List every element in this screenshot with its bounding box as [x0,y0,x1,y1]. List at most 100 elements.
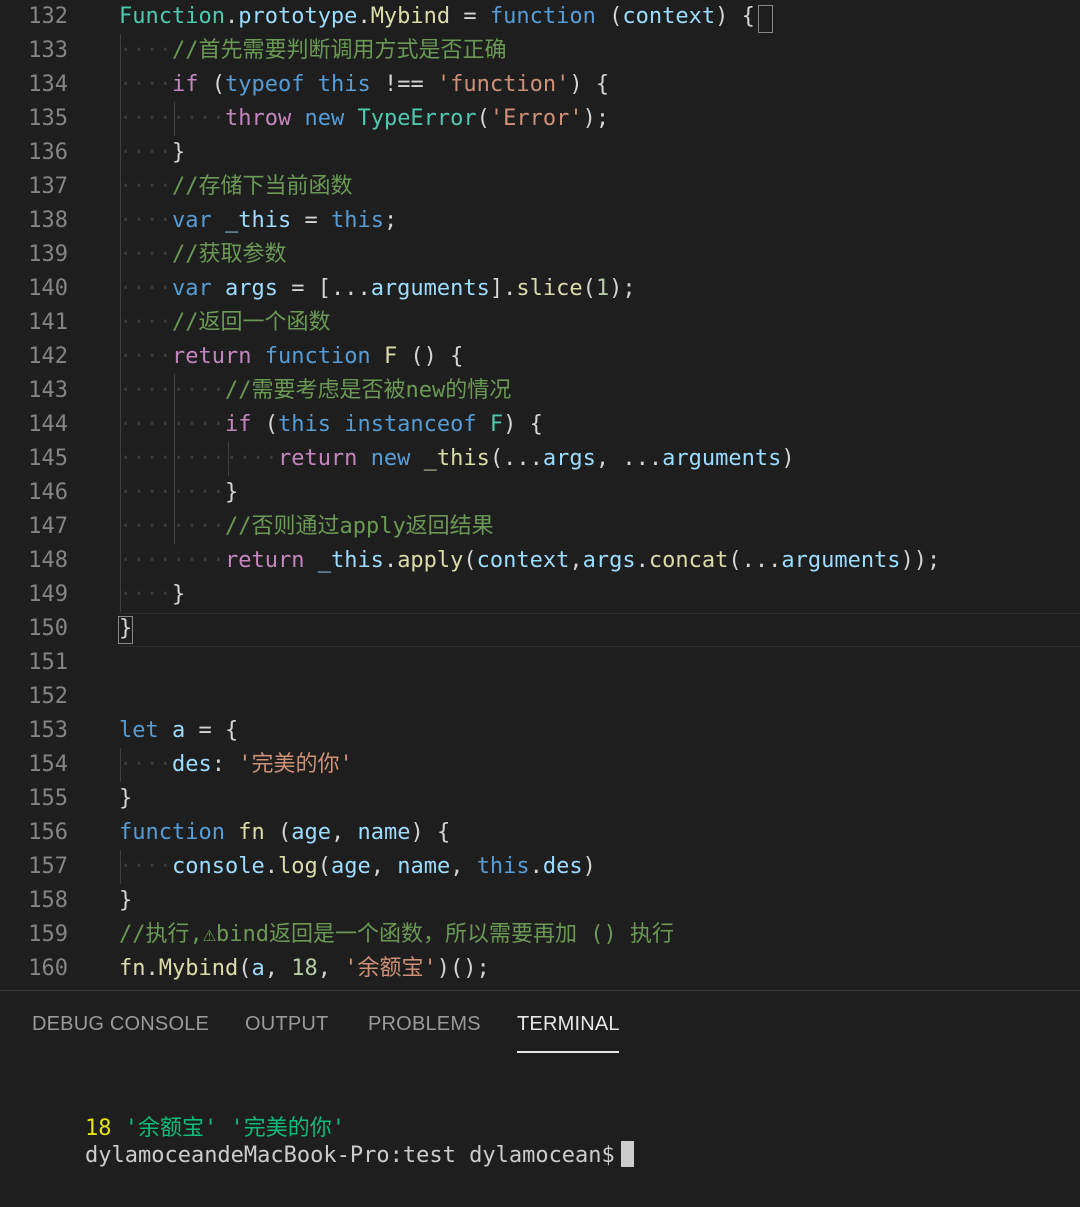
code-token: 'function' [436,72,570,97]
code-token: throw [224,106,292,131]
code-text: ····return function F () { [119,340,463,374]
code-token: ); [609,276,636,301]
code-line[interactable]: 133 ····//首先需要判断调用方式是否正确 [0,34,1080,68]
tab-debug-console[interactable]: DEBUG CONSOLE [32,1013,209,1036]
code-text: function fn (age, name) { [119,816,450,850]
code-token: () { [397,344,464,369]
code-token: ( [476,106,490,131]
line-number: 146 [28,480,68,505]
line-number: 140 [28,276,68,301]
code-line[interactable]: 139 ····//获取参数 [0,238,1080,272]
code-line[interactable]: 148 ········return _this.apply(context,ar… [0,544,1080,578]
tab-terminal[interactable]: TERMINAL [517,1013,620,1036]
code-line[interactable]: 158} [0,884,1080,918]
code-text: ········if (this instanceof F) { [119,408,543,442]
indent-guide [174,102,175,136]
code-token: ( [264,820,292,845]
code-token: des [542,854,583,879]
code-text: ····//返回一个函数 [119,306,330,340]
code-token: = [450,4,490,29]
code-line[interactable]: 145 ············return new _this(...args,… [0,442,1080,476]
code-token: args [224,276,278,301]
line-number: 135 [28,106,68,131]
code-line[interactable]: 138 ····var _this = this; [0,204,1080,238]
terminal-cursor [620,1141,634,1167]
code-line[interactable]: 146 ········} [0,476,1080,510]
code-line[interactable]: 153 let a = { [0,714,1080,748]
code-token: ) { [569,72,610,97]
code-token: , [450,854,477,879]
code-line[interactable]: 147 ········//否则通过apply返回结果 [0,510,1080,544]
code-text: ····//首先需要判断调用方式是否正确 [119,34,506,68]
code-token: function [489,4,596,29]
code-token: var [171,276,212,301]
indent-guide [174,374,175,544]
code-line[interactable]: 151 [0,646,1080,680]
code-line[interactable]: 149 ····} [0,578,1080,612]
code-token: ( [463,548,477,573]
code-token: } [224,480,239,505]
code-line[interactable]: 154 ····des: '完美的你' [0,748,1080,782]
code-line[interactable]: 141 ····//返回一个函数 [0,306,1080,340]
code-token: log [277,854,318,879]
line-number: 147 [28,514,68,539]
code-line[interactable]: 143 ········//需要考虑是否被new的情况 [0,374,1080,408]
code-text: Function.prototype.Mybind = function (co… [119,0,755,34]
code-text: } [119,782,132,816]
code-token: age [291,820,331,845]
line-number: 133 [28,38,68,63]
code-line[interactable]: 157 ····console.log(age, name, this.des) [0,850,1080,884]
code-line[interactable]: 156 function fn (age, name) { [0,816,1080,850]
whitespace-marker: ···· [119,242,172,267]
code-token: a [172,718,186,743]
code-line[interactable]: 136 ····} [0,136,1080,170]
code-line[interactable]: 150} [0,612,1080,646]
whitespace-marker: ···· [119,582,172,607]
whitespace-marker: ···· [119,752,172,777]
code-token: ( [317,854,331,879]
code-line[interactable]: 140 ····var args = [...arguments].slice(1… [0,272,1080,306]
whitespace-marker: ···· [119,140,172,165]
code-line[interactable]: 134 ····if (typeof this !== 'function') { [0,68,1080,102]
code-token: ( [251,412,278,437]
code-token: F [383,344,398,369]
line-number: 148 [28,548,68,573]
code-token: ( [582,276,596,301]
code-line[interactable]: 159 //执行,⚠bind返回是一个函数，所以需要再加 () 执行 [0,918,1080,952]
code-line[interactable]: 160 fn.Mybind(a, 18, '余额宝')(); [0,952,1080,986]
code-token: function [264,344,371,369]
code-line[interactable]: 155} [0,782,1080,816]
code-line[interactable]: 137 ····//存储下当前函数 [0,170,1080,204]
code-line[interactable]: 142 ····return function F () { [0,340,1080,374]
whitespace-marker: ········ [119,480,225,505]
code-token: ( [198,72,225,97]
code-line[interactable]: 144 ········if (this instanceof F) { [0,408,1080,442]
code-text: ····if (typeof this !== 'function') { [119,68,609,102]
code-token: name [357,820,411,845]
whitespace-marker: ···· [119,174,172,199]
code-token: '完美的你' [238,752,353,777]
code-editor[interactable]: 132 Function.prototype.Mybind = function … [0,0,1080,990]
code-token: concat [648,548,729,573]
code-token: this [476,854,530,879]
code-line[interactable]: 152 [0,680,1080,714]
tab-problems[interactable]: PROBLEMS [368,1013,481,1036]
code-line[interactable]: 135 ········throw new TypeError('Error'); [0,102,1080,136]
code-token: if [224,412,252,437]
code-token: console [171,854,265,879]
tab-output[interactable]: OUTPUT [245,1013,328,1036]
code-text: ····} [119,136,185,170]
code-token: Mybind [370,4,451,29]
code-line[interactable]: 132 Function.prototype.Mybind = function … [0,0,1080,34]
indent-guide [120,34,121,612]
line-number: 132 [28,4,68,29]
code-token: //首先需要判断调用方式是否正确 [171,38,507,63]
terminal-prompt-line[interactable]: dylamoceandeMacBook-Pro:test dylamocean$ [32,1105,634,1207]
